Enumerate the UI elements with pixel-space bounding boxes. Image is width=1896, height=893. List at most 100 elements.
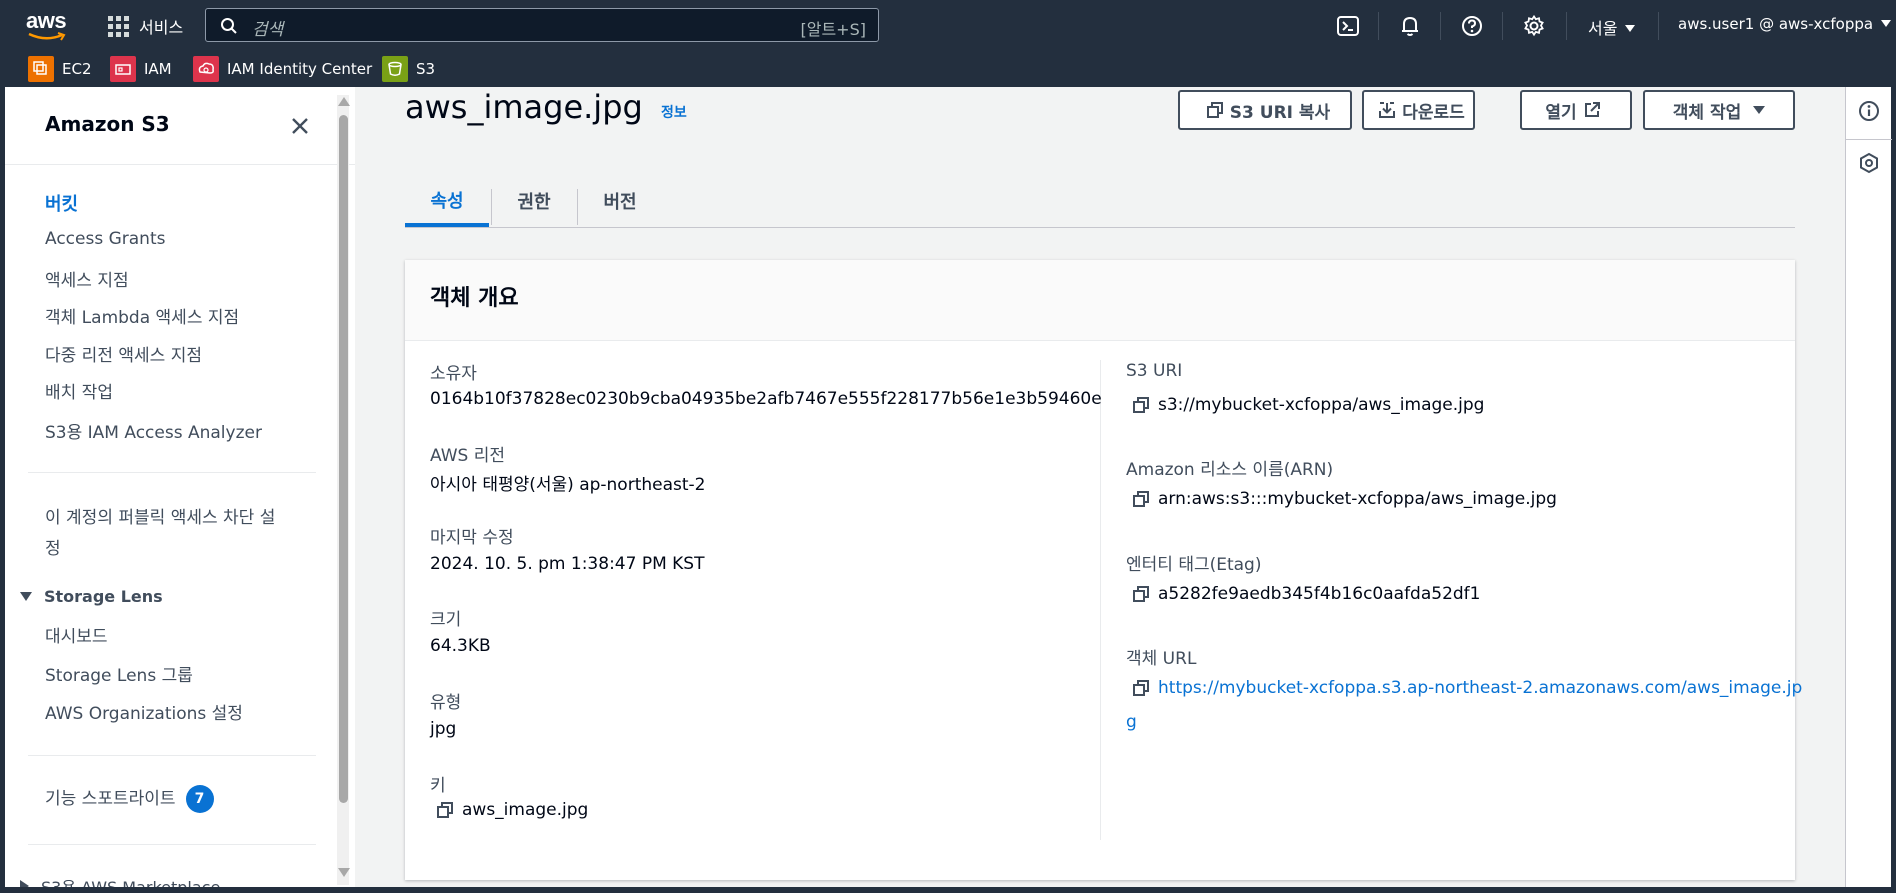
sidebar-item-batch-operations[interactable]: 배치 작업 [45, 378, 113, 403]
scroll-down-icon[interactable] [338, 868, 350, 877]
cloudshell-button[interactable] [1336, 14, 1360, 38]
storage-lens-title: Storage Lens [44, 587, 163, 606]
external-link-icon [1584, 102, 1600, 117]
info-icon[interactable] [1858, 100, 1880, 122]
open-button[interactable]: 열기 [1520, 90, 1632, 130]
object-url-link-continued[interactable]: g [1126, 712, 1137, 732]
identity-center-icon [193, 56, 219, 82]
region-selector[interactable]: 서울 [1588, 15, 1636, 39]
ec2-icon [28, 56, 54, 82]
marketplace-section-toggle[interactable]: S3용 AWS Marketplace [20, 874, 220, 887]
close-icon[interactable] [290, 116, 310, 136]
main-content: aws_image.jpg 정보 S3 URI 복사 다운로드 열기 객체 작업… [355, 87, 1845, 887]
copy-icon[interactable] [1132, 490, 1150, 508]
services-menu-button[interactable]: 서비스 [108, 13, 183, 39]
favorite-iam[interactable]: IAM [110, 56, 172, 82]
type-label: 유형 [430, 693, 462, 713]
marketplace-label: S3용 AWS Marketplace [41, 874, 220, 887]
caret-down-icon [20, 592, 32, 601]
last-modified-label: 마지막 수정 [430, 528, 514, 548]
aws-logo[interactable]: aws [26, 10, 70, 42]
s3-uri-text: s3://mybucket-xcfoppa/aws_image.jpg [1158, 395, 1485, 415]
button-label: 객체 작업 [1672, 102, 1742, 123]
nav-divider [1378, 12, 1379, 40]
type-value: jpg [430, 719, 457, 739]
page-title: aws_image.jpg [405, 88, 643, 126]
nav-divider [1658, 12, 1659, 40]
sidebar-item-iam-access-analyzer[interactable]: S3용 IAM Access Analyzer [45, 418, 262, 443]
iam-icon [110, 56, 136, 82]
favorite-label: EC2 [62, 60, 92, 78]
download-button[interactable]: 다운로드 [1362, 90, 1475, 130]
sidebar-item-organizations-settings[interactable]: AWS Organizations 설정 [45, 699, 243, 724]
sidebar-item-buckets[interactable]: 버킷 [45, 190, 78, 216]
account-label: aws.user1 @ aws-xcfoppa [1678, 15, 1874, 33]
favorites-bar: EC2 IAM IAM Identity Center S3 [0, 52, 1896, 87]
favorite-ec2[interactable]: EC2 [28, 56, 92, 82]
panel-title: 객체 개요 [430, 286, 519, 311]
favorite-label: S3 [416, 60, 436, 78]
services-label: 서비스 [139, 18, 184, 37]
sidebar-item-label: 기능 스포트라이트 [45, 789, 176, 809]
search-input[interactable]: 검색 [알트+S] [205, 8, 879, 42]
key-label: 키 [430, 776, 446, 796]
search-placeholder: 검색 [252, 20, 284, 40]
region-value: 아시아 태평양(서울) ap-northeast-2 [430, 475, 706, 495]
etag-text: a5282fe9aedb345f4b16c0aafda52df1 [1158, 584, 1481, 604]
sidebar-item-access-points[interactable]: 액세스 지점 [45, 266, 129, 291]
tab-list: 속성 권한 버전 [405, 177, 1795, 228]
divider [28, 755, 316, 756]
s3-uri-value: s3://mybucket-xcfoppa/aws_image.jpg [1132, 395, 1484, 415]
info-link[interactable]: 정보 [661, 102, 687, 122]
insights-icon[interactable] [1858, 152, 1880, 174]
arn-label: Amazon 리소스 이름(ARN) [1126, 460, 1334, 480]
sidebar-title: Amazon S3 [45, 112, 170, 136]
tab-properties[interactable]: 속성 [405, 177, 489, 227]
size-label: 크기 [430, 610, 462, 630]
sidebar-item-feature-spotlight[interactable]: 기능 스포트라이트 7 [45, 784, 214, 813]
caret-down-icon [1753, 106, 1766, 114]
copy-icon[interactable] [436, 801, 454, 819]
sidebar-item-dashboards[interactable]: 대시보드 [45, 622, 108, 647]
copy-icon [1206, 102, 1223, 118]
top-navigation: aws 서비스 검색 [알트+S] 서울 aws.user1 @ aws-xcf… [0, 0, 1896, 52]
bell-icon [1402, 16, 1418, 36]
sidebar-item-multi-region-access-points[interactable]: 다중 리전 액세스 지점 [45, 341, 202, 366]
sidebar-scrollbar-thumb[interactable] [339, 115, 348, 803]
aws-smile-icon [28, 32, 66, 41]
help-button[interactable] [1460, 14, 1484, 38]
copy-icon[interactable] [1132, 585, 1150, 603]
copy-s3-uri-button[interactable]: S3 URI 복사 [1178, 90, 1352, 130]
sidebar-item-access-grants[interactable]: Access Grants [45, 229, 165, 249]
object-url-label: 객체 URL [1126, 649, 1197, 669]
divider [5, 164, 355, 165]
copy-icon[interactable] [1132, 396, 1150, 414]
tab-versions[interactable]: 버전 [578, 177, 662, 225]
column-divider [1100, 360, 1101, 840]
scroll-up-icon[interactable] [338, 97, 350, 106]
favorite-label: IAM [144, 60, 172, 78]
object-url-link[interactable]: https://mybucket-xcfoppa.s3.ap-northeast… [1158, 678, 1802, 698]
settings-button[interactable] [1522, 14, 1546, 38]
sidebar-item-object-lambda-access-points[interactable]: 객체 Lambda 액세스 지점 [45, 303, 239, 328]
panel-header: 객체 개요 [405, 260, 1795, 341]
sidebar-item-block-public-access[interactable]: 이 계정의 퍼블릭 액세스 차단 설 정 [45, 503, 275, 559]
tab-permissions[interactable]: 권한 [492, 177, 576, 225]
owner-value: 0164b10f37828ec0230b9cba04935be2afb7467e… [430, 389, 1102, 409]
object-actions-button[interactable]: 객체 작업 [1643, 90, 1795, 130]
key-value: aws_image.jpg [436, 800, 588, 820]
object-url-value: https://mybucket-xcfoppa.s3.ap-northeast… [1132, 678, 1802, 698]
copy-icon[interactable] [1132, 679, 1150, 697]
account-menu[interactable]: aws.user1 @ aws-xcfoppa [1678, 15, 1892, 33]
count-badge: 7 [185, 785, 214, 813]
last-modified-value: 2024. 10. 5. pm 1:38:47 PM KST [430, 554, 705, 574]
object-overview-panel: 객체 개요 소유자 0164b10f37828ec0230b9cba04935b… [405, 260, 1802, 880]
storage-lens-section-toggle[interactable]: Storage Lens [20, 587, 163, 606]
notifications-button[interactable] [1398, 14, 1422, 38]
button-label: S3 URI 복사 [1229, 102, 1331, 123]
favorite-s3[interactable]: S3 [382, 56, 435, 82]
sidebar-item-storage-lens-groups[interactable]: Storage Lens 그룹 [45, 661, 193, 686]
divider [28, 844, 316, 845]
favorite-iam-identity-center[interactable]: IAM Identity Center [193, 56, 372, 82]
tools-rail [1845, 87, 1892, 887]
